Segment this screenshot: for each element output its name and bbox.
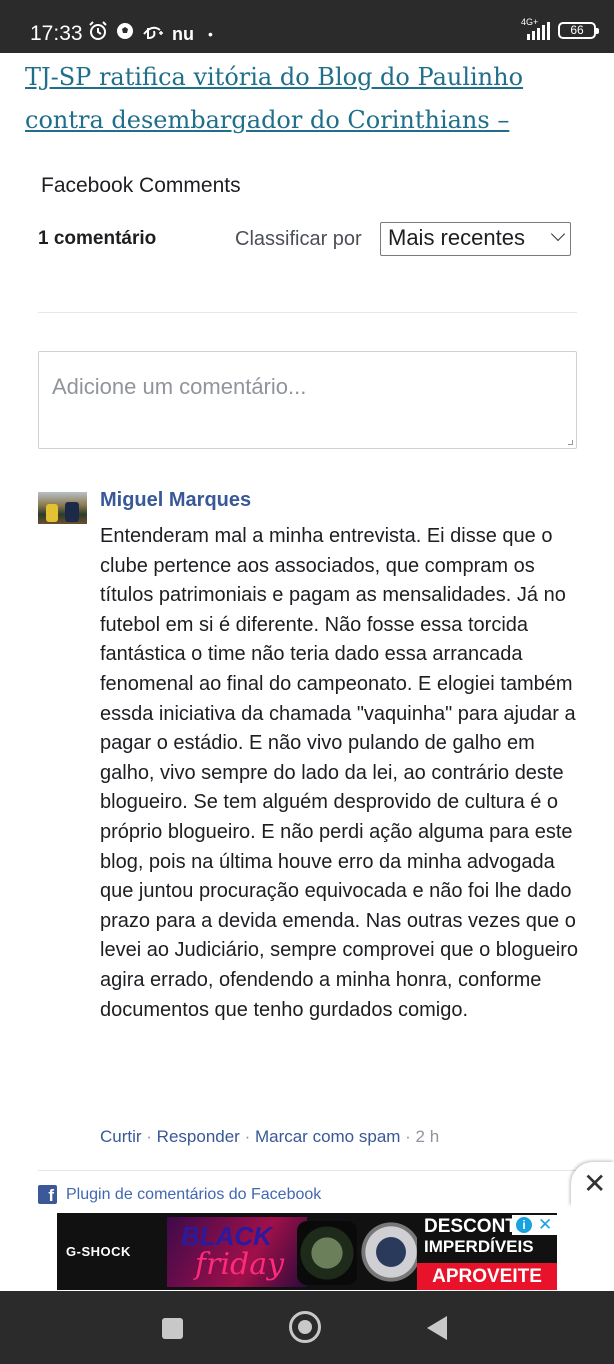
ad-friday-text: friday xyxy=(195,1247,285,1282)
watch-image xyxy=(359,1215,423,1289)
ad-desc-line2: IMPERDÍVEIS xyxy=(424,1237,534,1256)
chevron-down-icon xyxy=(550,226,566,242)
ad-close-icon[interactable]: ✕ xyxy=(538,1215,552,1235)
alarm-icon xyxy=(88,21,108,47)
battery-icon: 66 xyxy=(558,21,599,39)
comment-input[interactable]: Adicione um comentário... xyxy=(38,351,577,449)
sort-select-value: Mais recentes xyxy=(388,225,525,250)
ad-banner[interactable]: G-SHOCK BLACK friday DESCONTOS IMPERDÍVE… xyxy=(57,1213,557,1290)
divider xyxy=(38,312,577,313)
comment-timestamp[interactable]: 2 h xyxy=(416,1127,440,1146)
ad-cta-button[interactable]: APROVEITE xyxy=(417,1263,557,1290)
watch-image xyxy=(297,1221,357,1285)
avatar[interactable] xyxy=(38,492,87,524)
battery-level: 66 xyxy=(570,22,584,37)
ad-brand: G-SHOCK xyxy=(66,1244,131,1259)
like-link[interactable]: Curtir xyxy=(100,1127,142,1146)
comment-input-placeholder: Adicione um comentário... xyxy=(52,374,307,399)
system-icons: 4G+ 66 xyxy=(521,18,599,40)
signal-icon: 4G+ xyxy=(521,18,550,40)
home-icon[interactable] xyxy=(289,1311,321,1343)
reply-link[interactable]: Responder xyxy=(157,1127,240,1146)
more-notifications-dot: • xyxy=(208,26,213,42)
status-bar: 17:33 nu • 4G+ 66 xyxy=(0,0,614,53)
related-article-link[interactable]: TJ-SP ratifica vitória do Blog do Paulin… xyxy=(25,56,585,142)
separator: · xyxy=(400,1127,416,1146)
divider xyxy=(38,1170,577,1171)
comment-author[interactable]: Miguel Marques xyxy=(100,489,251,512)
disney-plus-icon xyxy=(142,22,164,46)
navigation-bar xyxy=(0,1291,614,1364)
network-type: 4G+ xyxy=(521,17,539,27)
plugin-label: Plugin de comentários do Facebook xyxy=(66,1185,322,1203)
resize-handle-icon[interactable] xyxy=(568,440,573,445)
ad-info-icon[interactable]: i xyxy=(516,1217,532,1233)
status-time: 17:33 xyxy=(30,22,83,45)
sort-select[interactable]: Mais recentes xyxy=(380,222,571,256)
comment-body: Entenderam mal a minha entrevista. Ei di… xyxy=(100,525,579,1021)
soccer-ball-icon xyxy=(116,22,134,46)
sort-label: Classificar por xyxy=(235,228,362,250)
mark-spam-link[interactable]: Marcar como spam xyxy=(255,1127,400,1146)
facebook-comments-title: Facebook Comments xyxy=(41,174,241,197)
close-ad-button[interactable]: ✕ xyxy=(571,1162,614,1206)
ad-offer: DESCONTOS IMPERDÍVEIS APROVEITE i ✕ xyxy=(417,1213,557,1290)
recent-apps-icon[interactable] xyxy=(162,1318,183,1339)
separator: · xyxy=(239,1127,255,1146)
close-icon: ✕ xyxy=(583,1168,607,1199)
nubank-icon: nu xyxy=(172,23,194,44)
notification-icons: nu • xyxy=(88,21,213,47)
ad-choices[interactable]: i ✕ xyxy=(512,1215,557,1235)
comment-count: 1 comentário xyxy=(38,228,157,249)
separator: · xyxy=(141,1127,157,1146)
back-icon[interactable] xyxy=(427,1316,447,1340)
comment-actions: Curtir · Responder · Marcar como spam · … xyxy=(100,1127,439,1147)
facebook-plugin-footer[interactable]: f Plugin de comentários do Facebook xyxy=(38,1185,321,1204)
facebook-icon: f xyxy=(38,1185,57,1204)
